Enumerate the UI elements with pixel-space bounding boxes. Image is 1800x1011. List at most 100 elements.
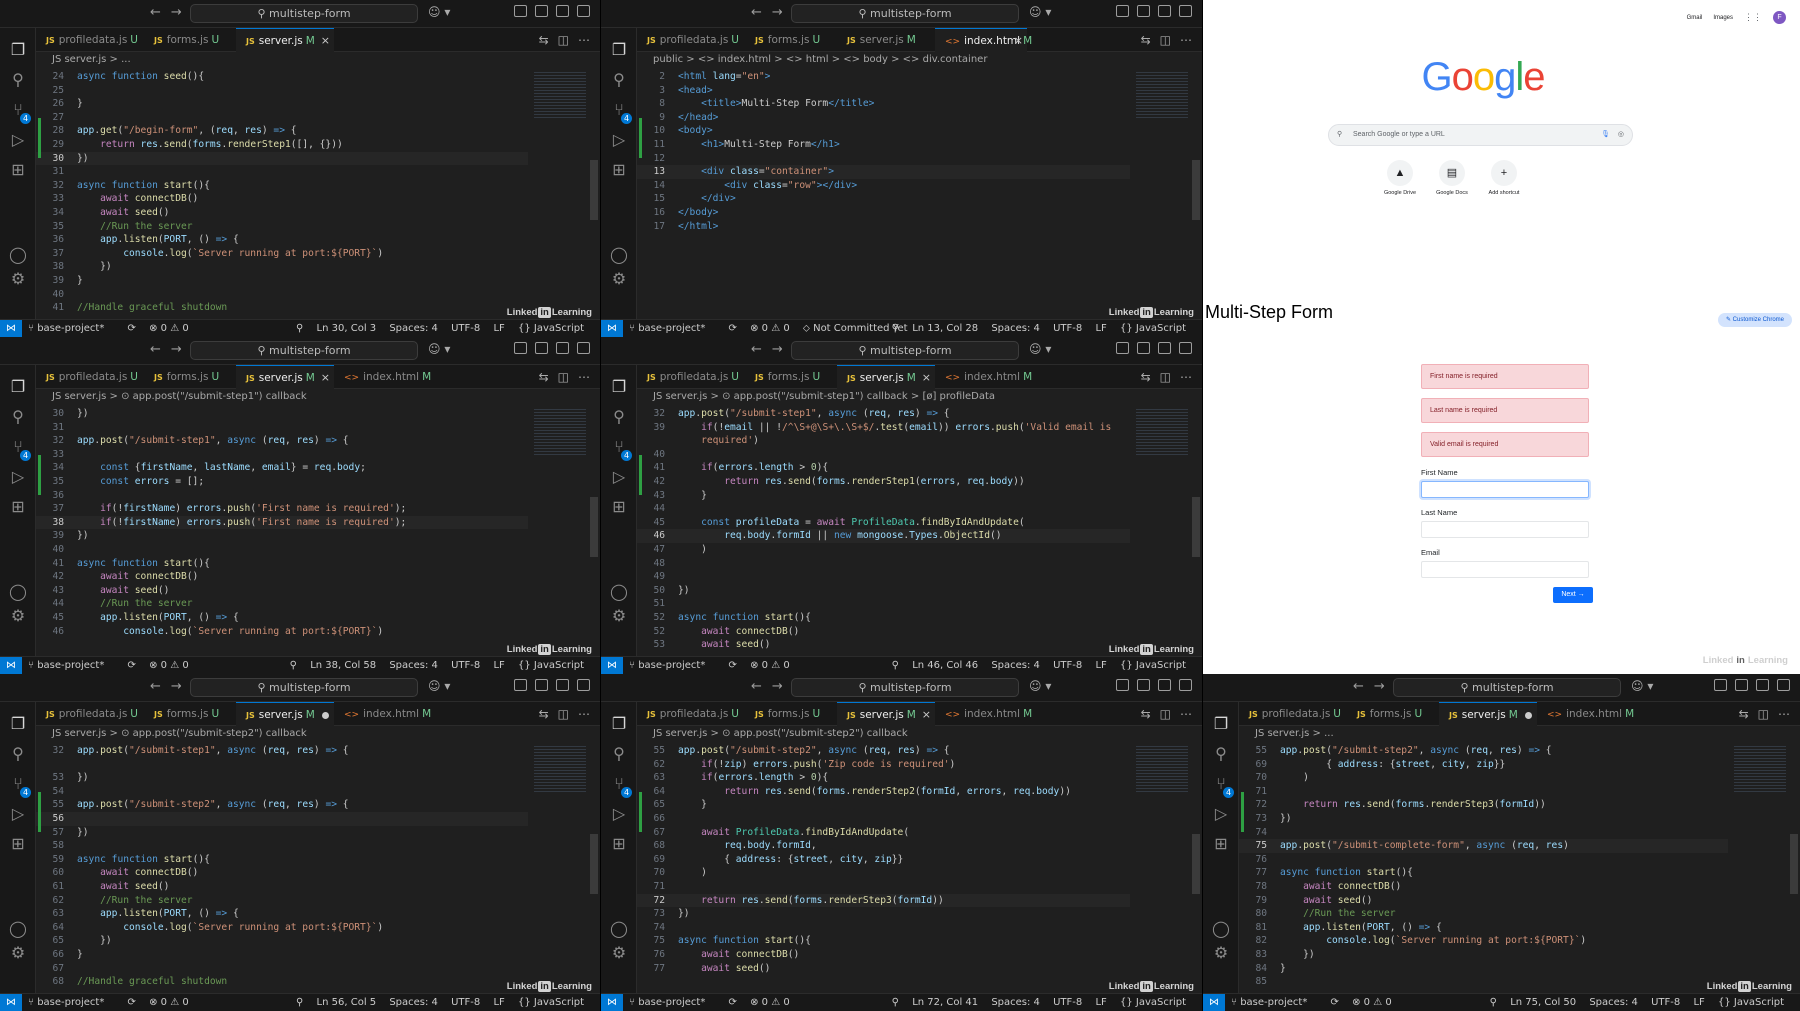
search-icon[interactable]: ⚲ (609, 407, 629, 427)
code-line[interactable]: 43 } (637, 489, 1130, 503)
code-line[interactable]: 32 async function start(){ (36, 179, 528, 193)
editor-tab[interactable]: JS forms.js U (745, 28, 837, 52)
toggle-sidebar-icon[interactable] (1116, 5, 1129, 17)
cursor-position[interactable]: Ln 72, Col 41 (912, 997, 978, 1008)
code-line[interactable]: 30}) (36, 151, 528, 166)
code-line[interactable]: 68//Handle graceful shutdown (36, 975, 528, 989)
language-mode[interactable]: {} JavaScript (1120, 997, 1186, 1008)
run-debug-icon[interactable]: ▷ (609, 467, 629, 487)
forward-arrow-icon[interactable]: → (1374, 679, 1395, 694)
encoding[interactable]: UTF-8 (1053, 323, 1082, 334)
code-line[interactable]: 14 <div class="row"></div> (637, 179, 1130, 193)
code-line[interactable]: 10 <body> (637, 124, 1130, 138)
next-button[interactable]: Next → (1553, 587, 1593, 603)
cursor-position[interactable]: Ln 56, Col 5 (317, 997, 377, 1008)
copilot-icon[interactable]: ☺ ▾ (1029, 5, 1051, 19)
editor-scrollbar[interactable] (1790, 834, 1798, 894)
end-of-line[interactable]: LF (493, 997, 504, 1008)
code-line[interactable]: 63 app.listen(PORT, () => { (36, 907, 528, 921)
accounts-icon[interactable]: ◯ (1211, 919, 1231, 939)
code-line[interactable]: 31 (36, 421, 528, 435)
search-icon[interactable]: ⚲ (8, 744, 28, 764)
code-line[interactable]: 69 { address: {street, city, zip}} (637, 853, 1130, 867)
copilot-icon[interactable]: ☺ ▾ (1631, 679, 1653, 693)
toggle-panel-icon[interactable] (1137, 5, 1150, 17)
zoom-icon[interactable]: ⚲ (892, 323, 899, 334)
customize-layout-icon[interactable] (577, 342, 590, 354)
search-icon[interactable]: ⚲ (609, 744, 629, 764)
more-actions-icon[interactable]: ⋯ (1180, 28, 1192, 52)
toggle-secondary-sidebar-icon[interactable] (1158, 5, 1171, 17)
branch-indicator[interactable]: ⑂ base-project* (28, 323, 114, 334)
code-line[interactable]: 77 await seed() (637, 962, 1130, 976)
code-line[interactable]: 80 //Run the server (1239, 907, 1728, 921)
run-debug-icon[interactable]: ▷ (609, 130, 629, 150)
split-editor-icon[interactable]: ◫ (558, 365, 569, 389)
toggle-panel-icon[interactable] (535, 342, 548, 354)
encoding[interactable]: UTF-8 (1053, 660, 1082, 671)
code-editor[interactable]: 2 <html lang="en"> 3 <head> 8 <title>Multi-S… (637, 70, 1130, 233)
more-actions-icon[interactable]: ⋯ (578, 28, 590, 52)
nav-arrows[interactable]: ←→ (751, 679, 793, 694)
code-editor[interactable]: 55 app.post("/submit-step2", async (req, … (1239, 744, 1728, 989)
code-line[interactable]: 41 if(errors.length > 0){ (637, 461, 1130, 475)
code-line[interactable]: 9 </head> (637, 111, 1130, 125)
minimap[interactable] (1136, 744, 1188, 792)
end-of-line[interactable]: LF (493, 660, 504, 671)
customize-layout-icon[interactable] (577, 5, 590, 17)
code-line[interactable]: 64 console.log(`Server running at port:$… (36, 921, 528, 935)
branch-indicator[interactable]: ⑂ base-project* (1231, 997, 1317, 1008)
source-control-icon[interactable]: ⑂ 4 (8, 100, 31, 124)
toggle-panel-icon[interactable] (1137, 679, 1150, 691)
sync-icon[interactable]: ⟳ (128, 660, 136, 671)
customize-layout-icon[interactable] (1179, 342, 1192, 354)
remote-indicator-icon[interactable]: ⋈ (0, 657, 22, 674)
explorer-icon[interactable]: ❐ (1211, 714, 1231, 734)
code-line[interactable]: 29 return res.send(forms.renderStep1([],… (36, 138, 528, 152)
explorer-icon[interactable]: ❐ (609, 714, 629, 734)
toggle-secondary-sidebar-icon[interactable] (1756, 679, 1769, 691)
email-input[interactable] (1421, 561, 1589, 578)
cursor-position[interactable]: Ln 46, Col 46 (912, 660, 978, 671)
command-center[interactable]: ⚲ multistep-form (190, 341, 418, 360)
encoding[interactable]: UTF-8 (1651, 997, 1680, 1008)
code-line[interactable]: 57}) (36, 826, 528, 840)
run-debug-icon[interactable]: ▷ (1211, 804, 1231, 824)
code-editor[interactable]: 32 app.post("/submit-step1", async (req, … (36, 744, 528, 989)
back-arrow-icon[interactable]: ← (150, 342, 171, 357)
more-actions-icon[interactable]: ⋯ (1180, 365, 1192, 389)
code-editor[interactable]: 55 app.post("/submit-step2", async (req, … (637, 744, 1130, 975)
open-changes-icon[interactable]: ⇆ (539, 365, 549, 389)
code-line[interactable]: 3 <head> (637, 84, 1130, 98)
code-line[interactable]: 52 await connectDB() (637, 625, 1130, 639)
editor-tab[interactable]: JS forms.js U (745, 365, 837, 389)
remote-indicator-icon[interactable]: ⋈ (601, 994, 623, 1011)
code-line[interactable]: 74 (637, 921, 1130, 935)
code-line[interactable]: 38 }) (36, 260, 528, 274)
code-line[interactable]: 53}) (36, 771, 528, 785)
toggle-secondary-sidebar-icon[interactable] (1158, 679, 1171, 691)
branch-indicator[interactable]: ⑂ base-project* (629, 323, 715, 334)
remote-indicator-icon[interactable]: ⋈ (0, 320, 22, 337)
copilot-icon[interactable]: ☺ ▾ (428, 5, 450, 19)
lens-icon[interactable]: ◎ (1618, 125, 1624, 145)
close-tab-icon[interactable]: × (922, 703, 931, 727)
toggle-sidebar-icon[interactable] (514, 679, 527, 691)
code-line[interactable]: 40 (36, 543, 528, 557)
code-line[interactable]: 71 (637, 880, 1130, 894)
language-mode[interactable]: {} JavaScript (518, 323, 584, 334)
editor-scrollbar[interactable] (590, 160, 598, 220)
encoding[interactable]: UTF-8 (1053, 997, 1082, 1008)
code-line[interactable]: 62 //Run the server (36, 894, 528, 908)
forward-arrow-icon[interactable]: → (171, 5, 192, 20)
code-line[interactable]: 8 <title>Multi-Step Form</title> (637, 97, 1130, 111)
code-line[interactable]: 62 if(!zip) errors.push('Zip code is req… (637, 758, 1130, 772)
breadcrumb[interactable]: JS server.js > ... (36, 52, 600, 68)
split-editor-icon[interactable]: ◫ (558, 702, 569, 726)
sync-icon[interactable]: ⟳ (128, 997, 136, 1008)
zoom-icon[interactable]: ⚲ (892, 660, 899, 671)
code-line[interactable]: 39 if(!email || !/^\S+@\S+\.\S+$/.test(e… (637, 421, 1130, 435)
code-line[interactable]: 38 if(!firstName) errors.push('First nam… (36, 515, 528, 530)
toggle-sidebar-icon[interactable] (1714, 679, 1727, 691)
editor-tab[interactable]: JS profiledata.js U (637, 365, 745, 389)
